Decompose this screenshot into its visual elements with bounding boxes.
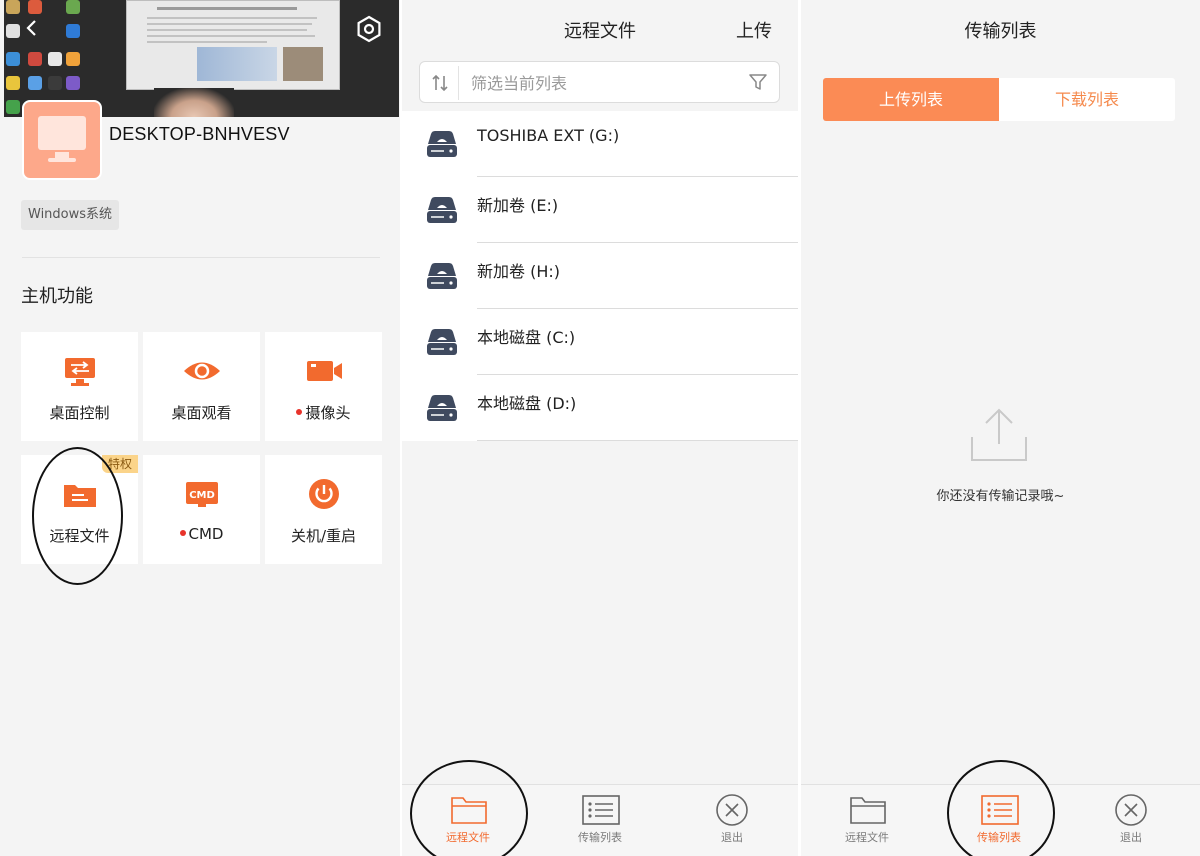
drive-item[interactable]: TOSHIBA EXT (G:) <box>402 111 798 177</box>
upload-button[interactable]: 上传 <box>736 17 772 43</box>
drive-name: 新加卷 (H:) <box>477 262 560 281</box>
folder-icon <box>61 477 99 511</box>
svg-text:CMD: CMD <box>189 490 215 501</box>
tab-exit[interactable]: 退出 <box>1071 785 1191 856</box>
camera-icon <box>305 354 343 388</box>
tab-download-list[interactable]: 下载列表 <box>999 78 1175 121</box>
desktop-control-icon <box>61 354 99 388</box>
tab-remote-files[interactable]: 远程文件 <box>408 785 528 856</box>
tab-label: 传输列表 <box>578 831 622 844</box>
tab-label: 退出 <box>1120 831 1142 844</box>
privilege-badge: 特权 <box>102 455 138 473</box>
drive-item[interactable]: 本地磁盘 (C:) <box>402 309 798 375</box>
document-window-preview <box>126 0 340 90</box>
upload-empty-icon <box>969 404 1029 464</box>
transfer-segment-control: 上传列表 下载列表 <box>823 78 1175 121</box>
computer-avatar <box>22 100 102 180</box>
tab-transfer-list[interactable]: 传输列表 <box>540 785 660 856</box>
eye-icon <box>183 354 221 388</box>
desktop-control-button[interactable]: 桌面控制 <box>21 332 138 441</box>
settings-gear-icon[interactable] <box>354 14 384 44</box>
tile-label: 关机/重启 <box>290 527 357 545</box>
list-icon <box>981 795 1019 825</box>
desktop-view-button[interactable]: 桌面观看 <box>143 332 260 441</box>
tile-label: 远程文件 <box>49 527 110 545</box>
tab-label: 退出 <box>721 831 743 844</box>
tile-label: 桌面观看 <box>171 404 232 422</box>
sort-icon[interactable] <box>428 71 452 95</box>
remote-files-panel: 远程文件 上传 TOSHIBA EXT (G:) 新加卷 (E:) <box>402 0 798 856</box>
tile-label: CMD <box>143 525 260 543</box>
drive-name: 本地磁盘 (D:) <box>477 394 577 413</box>
filter-box <box>419 61 780 103</box>
shutdown-restart-button[interactable]: 关机/重启 <box>265 455 382 564</box>
bottom-tab-bar: 远程文件 传输列表 退出 <box>801 784 1200 856</box>
drive-name: TOSHIBA EXT (G:) <box>477 126 620 145</box>
filter-funnel-icon[interactable] <box>748 72 768 92</box>
empty-state-text: 你还没有传输记录哦~ <box>936 489 1065 504</box>
drive-item[interactable]: 新加卷 (E:) <box>402 177 798 243</box>
transfer-list-panel: 传输列表 上传列表 下载列表 你还没有传输记录哦~ 远程文件 传输列表 退出 <box>801 0 1200 856</box>
cmd-icon: CMD <box>183 477 221 511</box>
drive-name: 新加卷 (E:) <box>477 196 559 215</box>
device-name: DESKTOP-BNHVESV <box>109 124 290 144</box>
hard-drive-icon <box>426 130 458 158</box>
cmd-button[interactable]: CMD CMD <box>143 455 260 564</box>
drive-item[interactable]: 新加卷 (H:) <box>402 243 798 309</box>
remote-files-button[interactable]: 特权 远程文件 <box>21 455 138 564</box>
section-title: 主机功能 <box>21 286 93 307</box>
wallpaper-preview <box>154 88 234 117</box>
host-panel: DESKTOP-BNHVESV Windows系统 主机功能 桌面控制 桌面观看 <box>0 0 400 856</box>
os-badge: Windows系统 <box>21 200 120 230</box>
power-icon <box>305 477 343 511</box>
tab-exit[interactable]: 退出 <box>672 785 792 856</box>
close-circle-icon <box>715 793 749 827</box>
header: 远程文件 上传 <box>402 0 798 58</box>
status-dot <box>179 529 186 536</box>
tab-remote-files[interactable]: 远程文件 <box>807 785 927 856</box>
bottom-tab-bar: 远程文件 传输列表 退出 <box>402 784 798 856</box>
tab-label: 传输列表 <box>977 831 1021 844</box>
tab-transfer-list[interactable]: 传输列表 <box>939 785 1059 856</box>
drive-item[interactable]: 本地磁盘 (D:) <box>402 375 798 441</box>
tile-label: 桌面控制 <box>49 404 110 422</box>
tab-upload-list[interactable]: 上传列表 <box>823 78 999 121</box>
list-icon <box>582 795 620 825</box>
close-circle-icon <box>1114 793 1148 827</box>
drive-list: TOSHIBA EXT (G:) 新加卷 (E:) 新加卷 (H:) 本地磁盘 … <box>402 111 798 441</box>
tile-label: 摄像头 <box>265 402 382 423</box>
divider <box>458 66 459 100</box>
drive-name: 本地磁盘 (C:) <box>477 328 576 347</box>
filter-input[interactable] <box>469 68 743 98</box>
hard-drive-icon <box>426 196 458 224</box>
status-dot <box>296 408 303 415</box>
folder-icon <box>849 795 887 825</box>
tab-label: 远程文件 <box>446 831 490 844</box>
back-arrow-icon[interactable] <box>22 18 42 38</box>
hard-drive-icon <box>426 262 458 290</box>
page-title: 传输列表 <box>964 21 1037 42</box>
divider <box>22 257 380 258</box>
hard-drive-icon <box>426 394 458 422</box>
divider <box>477 440 798 441</box>
folder-icon <box>450 795 488 825</box>
hard-drive-icon <box>426 328 458 356</box>
tab-label: 远程文件 <box>845 831 889 844</box>
camera-button[interactable]: 摄像头 <box>265 332 382 441</box>
